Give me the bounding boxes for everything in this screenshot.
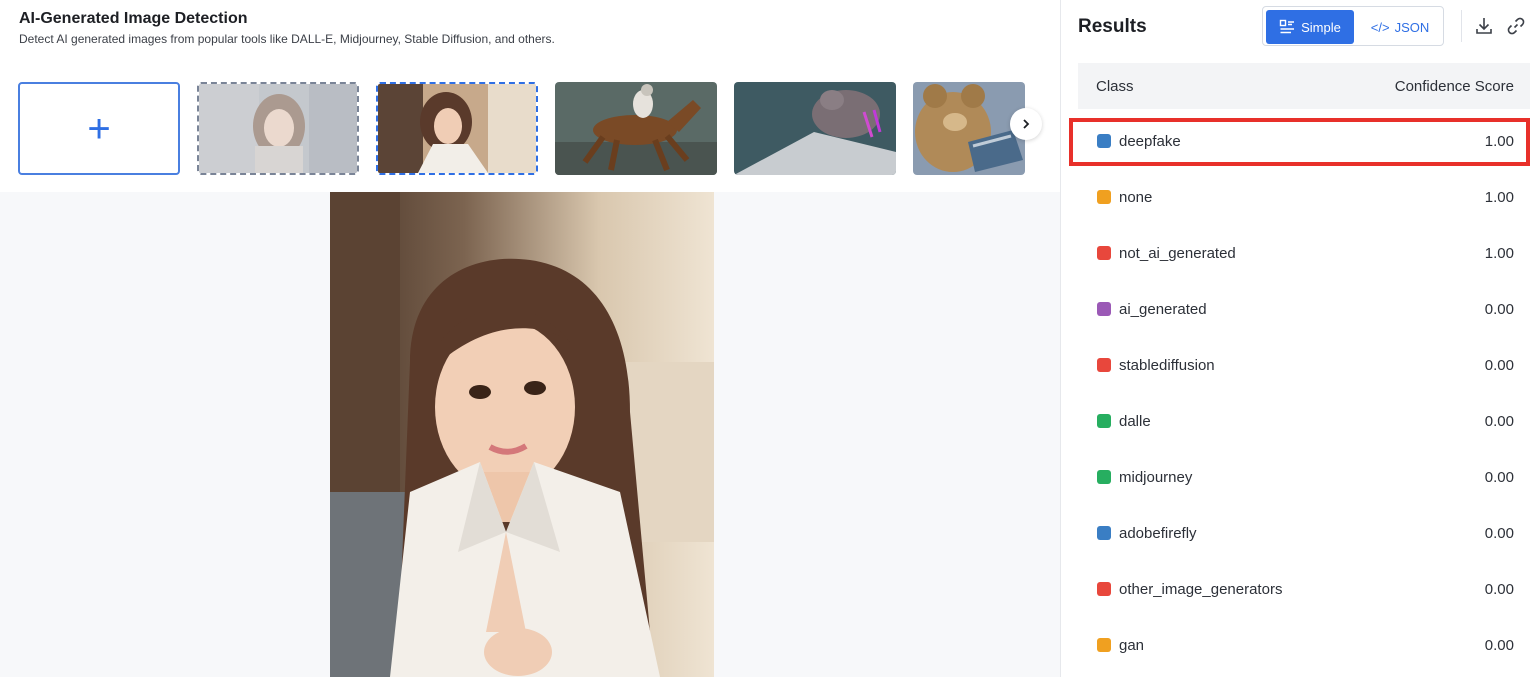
class-label: ai_generated	[1119, 301, 1207, 318]
class-color-swatch	[1097, 582, 1111, 596]
class-label: adobefirefly	[1119, 525, 1197, 542]
download-button[interactable]	[1474, 16, 1494, 36]
result-row: midjourney 0.00	[1078, 458, 1530, 498]
app-window: AI-Generated Image Detection Detect AI g…	[0, 0, 1536, 677]
class-label: stablediffusion	[1119, 357, 1215, 374]
view-toggle: Simple </> JSON	[1262, 6, 1444, 46]
result-row: ai_generated 0.00	[1078, 290, 1530, 330]
class-label: dalle	[1119, 413, 1151, 430]
chevron-right-icon	[1023, 119, 1030, 129]
next-thumbnails-button[interactable]	[1010, 108, 1042, 140]
class-color-swatch	[1097, 470, 1111, 484]
woman-portrait-thumbnail-image	[199, 84, 357, 173]
simple-view-button[interactable]: Simple	[1266, 10, 1354, 44]
result-row: not_ai_generated 1.00	[1078, 234, 1530, 274]
results-title: Results	[1078, 16, 1147, 37]
results-table-header: Class Confidence Score	[1078, 63, 1530, 109]
list-icon	[1279, 19, 1295, 34]
add-image-button[interactable]: +	[18, 82, 180, 175]
page-header: AI-Generated Image Detection Detect AI g…	[0, 0, 1060, 192]
confidence-score: 0.00	[1484, 469, 1514, 486]
thumbnail-jockey-horse[interactable]	[555, 82, 717, 175]
pigeon-thumbnail-image	[734, 82, 896, 175]
jockey-horse-thumbnail-image	[555, 82, 717, 175]
result-row: gan 0.00	[1078, 626, 1530, 666]
simple-view-label: Simple	[1301, 19, 1341, 35]
results-panel: Results Simple </> JSON Class Confidence…	[1060, 0, 1536, 677]
confidence-score: 1.00	[1484, 245, 1514, 262]
thumbnail-woman-portrait[interactable]	[197, 82, 359, 175]
result-row: dalle 0.00	[1078, 402, 1530, 442]
class-color-swatch	[1097, 190, 1111, 204]
result-row: stablediffusion 0.00	[1078, 346, 1530, 386]
thumbnail-teddy-bear[interactable]	[913, 82, 1025, 175]
class-label: none	[1119, 189, 1153, 206]
plus-icon: +	[87, 106, 111, 151]
confidence-score: 0.00	[1484, 413, 1514, 430]
confidence-column-header: Confidence Score	[1394, 78, 1514, 95]
class-column-header: Class	[1096, 78, 1134, 95]
code-icon: </>	[1370, 19, 1390, 35]
page-subtitle: Detect AI generated images from popular …	[19, 32, 555, 46]
result-row: other_image_generators 0.00	[1078, 570, 1530, 610]
class-color-swatch	[1097, 302, 1111, 316]
class-color-swatch	[1097, 414, 1111, 428]
thumbnail-woman-selfie[interactable]	[376, 82, 538, 175]
confidence-score: 0.00	[1484, 637, 1514, 654]
woman-selfie-thumbnail-image	[378, 84, 536, 173]
confidence-score: 0.00	[1484, 301, 1514, 318]
toolbar-divider	[1461, 10, 1462, 42]
class-color-swatch	[1097, 526, 1111, 540]
class-label: not_ai_generated	[1119, 245, 1236, 262]
page-title: AI-Generated Image Detection	[19, 10, 248, 27]
result-row: adobefirefly 0.00	[1078, 514, 1530, 554]
json-view-button[interactable]: </> JSON	[1358, 10, 1442, 44]
woman-selfie-image	[330, 192, 714, 677]
class-label: other_image_generators	[1119, 581, 1283, 598]
confidence-score: 0.00	[1484, 581, 1514, 598]
class-color-swatch	[1097, 638, 1111, 652]
class-label: gan	[1119, 637, 1145, 654]
class-color-swatch	[1097, 358, 1111, 372]
class-label: midjourney	[1119, 469, 1193, 486]
class-color-swatch	[1097, 246, 1111, 260]
selected-image-preview	[330, 192, 714, 677]
top-result-highlight	[1069, 118, 1530, 166]
teddy-bear-thumbnail-image	[913, 82, 1025, 175]
copy-link-button[interactable]	[1506, 16, 1526, 36]
confidence-score: 0.00	[1484, 357, 1514, 374]
link-icon	[1507, 17, 1525, 35]
result-row: none 1.00	[1078, 178, 1530, 218]
image-panel: AI-Generated Image Detection Detect AI g…	[0, 0, 1060, 677]
json-view-label: JSON	[1394, 19, 1430, 35]
confidence-score: 0.00	[1484, 525, 1514, 542]
thumbnail-pigeon[interactable]	[734, 82, 896, 175]
confidence-score: 1.00	[1484, 189, 1514, 206]
download-icon	[1476, 18, 1492, 34]
